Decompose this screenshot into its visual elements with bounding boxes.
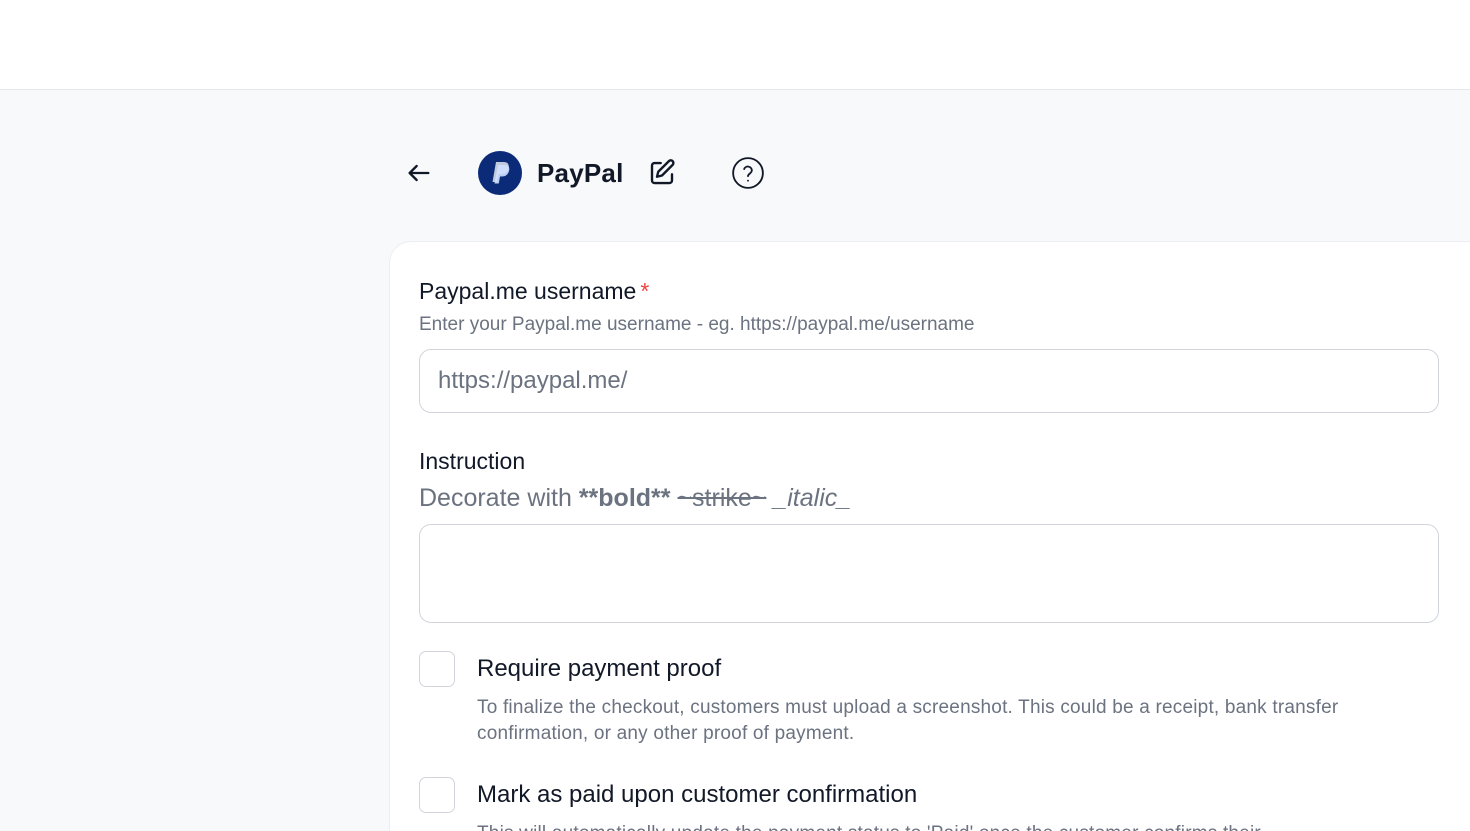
back-button[interactable] xyxy=(400,154,438,192)
page-title: PayPal xyxy=(537,157,624,188)
help-circle-icon xyxy=(731,157,764,189)
edit-button[interactable] xyxy=(644,155,680,191)
instruction-help-prefix: Decorate with xyxy=(419,484,572,512)
page-header: PayPal xyxy=(400,150,766,196)
instruction-help-strike: ~strike~ xyxy=(677,484,767,512)
mark-paid-checkbox[interactable] xyxy=(419,777,455,813)
mark-paid-description: This will automatically update the payme… xyxy=(477,821,1437,831)
require-proof-checkbox[interactable] xyxy=(419,651,455,687)
instruction-textarea[interactable] xyxy=(419,524,1439,623)
top-bar xyxy=(0,0,1470,90)
require-proof-label: Require payment proof xyxy=(477,655,722,682)
mark-paid-label: Mark as paid upon customer confirmation xyxy=(477,781,918,808)
help-button[interactable] xyxy=(730,155,766,191)
username-help: Enter your Paypal.me username - eg. http… xyxy=(419,314,975,335)
instruction-label: Instruction xyxy=(419,448,526,474)
settings-card: Paypal.me username * Enter your Paypal.me… xyxy=(389,241,1470,831)
arrow-left-icon xyxy=(408,164,430,182)
edit-icon xyxy=(650,159,675,185)
username-label: Paypal.me username * xyxy=(419,278,650,304)
instruction-help-bold: **bold** xyxy=(578,484,671,512)
instruction-help-italic: _italic_ xyxy=(773,484,852,512)
require-proof-description: To finalize the checkout, customers must… xyxy=(477,697,1339,744)
paypal-logo-icon xyxy=(478,151,522,195)
required-mark: * xyxy=(640,278,650,304)
instruction-help: Decorate with **bold** ~strike~ _italic_ xyxy=(419,484,851,513)
username-input[interactable] xyxy=(419,349,1439,413)
